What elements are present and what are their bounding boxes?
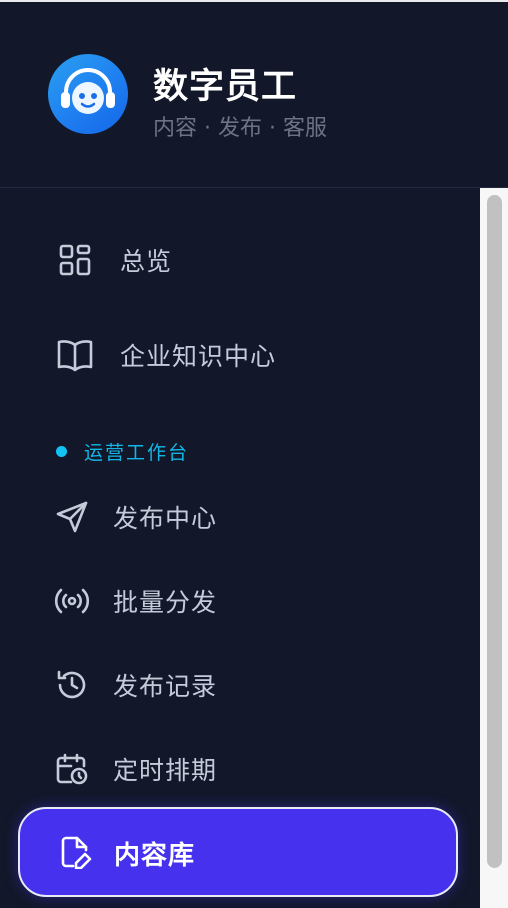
nav-item-schedule[interactable]: 定时排期 <box>0 739 480 799</box>
nav-item-publish-center[interactable]: 发布中心 <box>0 487 480 547</box>
brand-header: 数字员工 内容 · 发布 · 客服 <box>0 2 508 188</box>
history-icon <box>53 666 91 704</box>
nav-item-content-library[interactable]: 内容库 <box>18 807 458 897</box>
app-avatar <box>48 54 128 134</box>
nav-item-batch-distribute[interactable]: 批量分发 <box>0 571 480 631</box>
nav-item-label: 定时排期 <box>113 756 218 785</box>
app-subtitle: 内容 · 发布 · 客服 <box>153 116 327 141</box>
nav-item-label: 批量分发 <box>113 588 218 617</box>
nav-item-label: 内容库 <box>114 841 196 871</box>
app-title: 数字员工 <box>153 67 298 107</box>
nav-item-label: 发布记录 <box>113 672 218 701</box>
file-edit-icon <box>58 834 94 870</box>
nav-item-label: 总览 <box>120 247 173 276</box>
section-label: 运营工作台 <box>84 442 190 464</box>
nav-item-label: 企业知识中心 <box>120 342 277 371</box>
nav-item-knowledge[interactable]: 企业知识中心 <box>0 325 480 385</box>
sidebar-nav: 总览 企业知识中心 运营工作台 发布中心 批量分发 发布记录 定时排期 内容库 <box>0 188 480 908</box>
scrollbar-thumb[interactable] <box>487 195 502 868</box>
send-icon <box>53 498 91 536</box>
nav-item-overview[interactable]: 总览 <box>0 230 480 290</box>
nav-item-label: 发布中心 <box>113 504 218 533</box>
section-header: 运营工作台 <box>56 438 189 465</box>
grid-icon <box>56 241 94 279</box>
broadcast-icon <box>53 582 91 620</box>
nav-item-publish-history[interactable]: 发布记录 <box>0 655 480 715</box>
headset-robot-icon <box>61 68 115 114</box>
book-icon <box>56 336 94 374</box>
section-dot <box>56 446 67 457</box>
calendar-clock-icon <box>53 750 91 788</box>
